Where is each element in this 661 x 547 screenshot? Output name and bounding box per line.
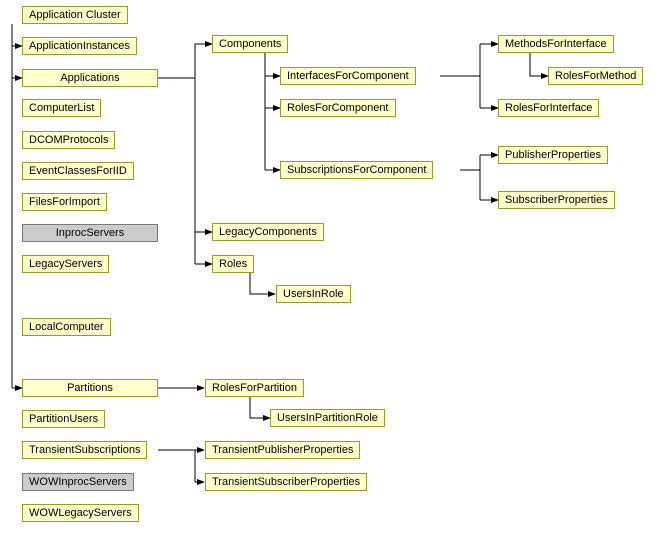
label: RolesForInterface [505,102,592,114]
label: PartitionUsers [29,413,98,425]
label: ComputerList [29,102,94,114]
node-roles-for-component: RolesForComponent [280,99,396,117]
node-transient-subscriber-properties: TransientSubscriberProperties [205,473,367,491]
label: EventClassesForIID [29,165,127,177]
label: Applications [60,72,119,84]
diagram-canvas: Application Cluster ApplicationInstances… [0,0,661,547]
node-event-classes-for-iid: EventClassesForIID [22,162,134,180]
label: LegacyServers [29,258,102,270]
node-subscriptions-for-component: SubscriptionsForComponent [280,161,433,179]
node-transient-publisher-properties: TransientPublisherProperties [205,441,360,459]
label: TransientPublisherProperties [212,444,353,456]
node-legacy-servers: LegacyServers [22,255,109,273]
node-subscriber-properties: SubscriberProperties [498,191,615,209]
label: MethodsForInterface [505,38,607,50]
label: PublisherProperties [505,149,601,161]
label: UsersInPartitionRole [277,412,378,424]
node-partition-users: PartitionUsers [22,410,105,428]
label: TransientSubscriberProperties [212,476,360,488]
label: WOWInprocServers [29,476,127,488]
label: SubscriptionsForComponent [287,164,426,176]
node-wow-inproc-servers: WOWInprocServers [22,473,134,491]
node-users-in-partition-role: UsersInPartitionRole [270,409,385,427]
node-partitions: Partitions [22,379,158,397]
node-interfaces-for-component: InterfacesForComponent [280,67,416,85]
label: DCOMProtocols [29,134,108,146]
node-roles-for-interface: RolesForInterface [498,99,599,117]
label: InterfacesForComponent [287,70,409,82]
node-legacy-components: LegacyComponents [212,223,324,241]
node-methods-for-interface: MethodsForInterface [498,35,614,53]
node-dcom-protocols: DCOMProtocols [22,131,115,149]
node-transient-subscriptions: TransientSubscriptions [22,441,147,459]
label: LocalComputer [29,321,104,333]
node-roles-for-partition: RolesForPartition [205,379,304,397]
label: LegacyComponents [219,226,317,238]
node-applications: Applications [22,69,158,87]
node-roles: Roles [212,255,254,273]
label: Application Cluster [29,9,121,21]
node-roles-for-method: RolesForMethod [548,67,643,85]
label: ApplicationInstances [29,40,130,52]
node-computer-list: ComputerList [22,99,101,117]
label: UsersInRole [283,288,344,300]
label: TransientSubscriptions [29,444,140,456]
node-local-computer: LocalComputer [22,318,111,336]
label: WOWLegacyServers [29,507,132,519]
node-publisher-properties: PublisherProperties [498,146,608,164]
node-files-for-import: FilesForImport [22,193,107,211]
node-application-cluster: Application Cluster [22,6,128,24]
label: Partitions [67,382,113,394]
label: SubscriberProperties [505,194,608,206]
label: RolesForPartition [212,382,297,394]
label: RolesForMethod [555,70,636,82]
node-components: Components [212,35,288,53]
label: Roles [219,258,247,270]
label: InprocServers [56,227,124,239]
node-application-instances: ApplicationInstances [22,37,137,55]
label: RolesForComponent [287,102,389,114]
node-inproc-servers: InprocServers [22,224,158,242]
node-users-in-role: UsersInRole [276,285,351,303]
label: FilesForImport [29,196,100,208]
label: Components [219,38,281,50]
node-wow-legacy-servers: WOWLegacyServers [22,504,139,522]
